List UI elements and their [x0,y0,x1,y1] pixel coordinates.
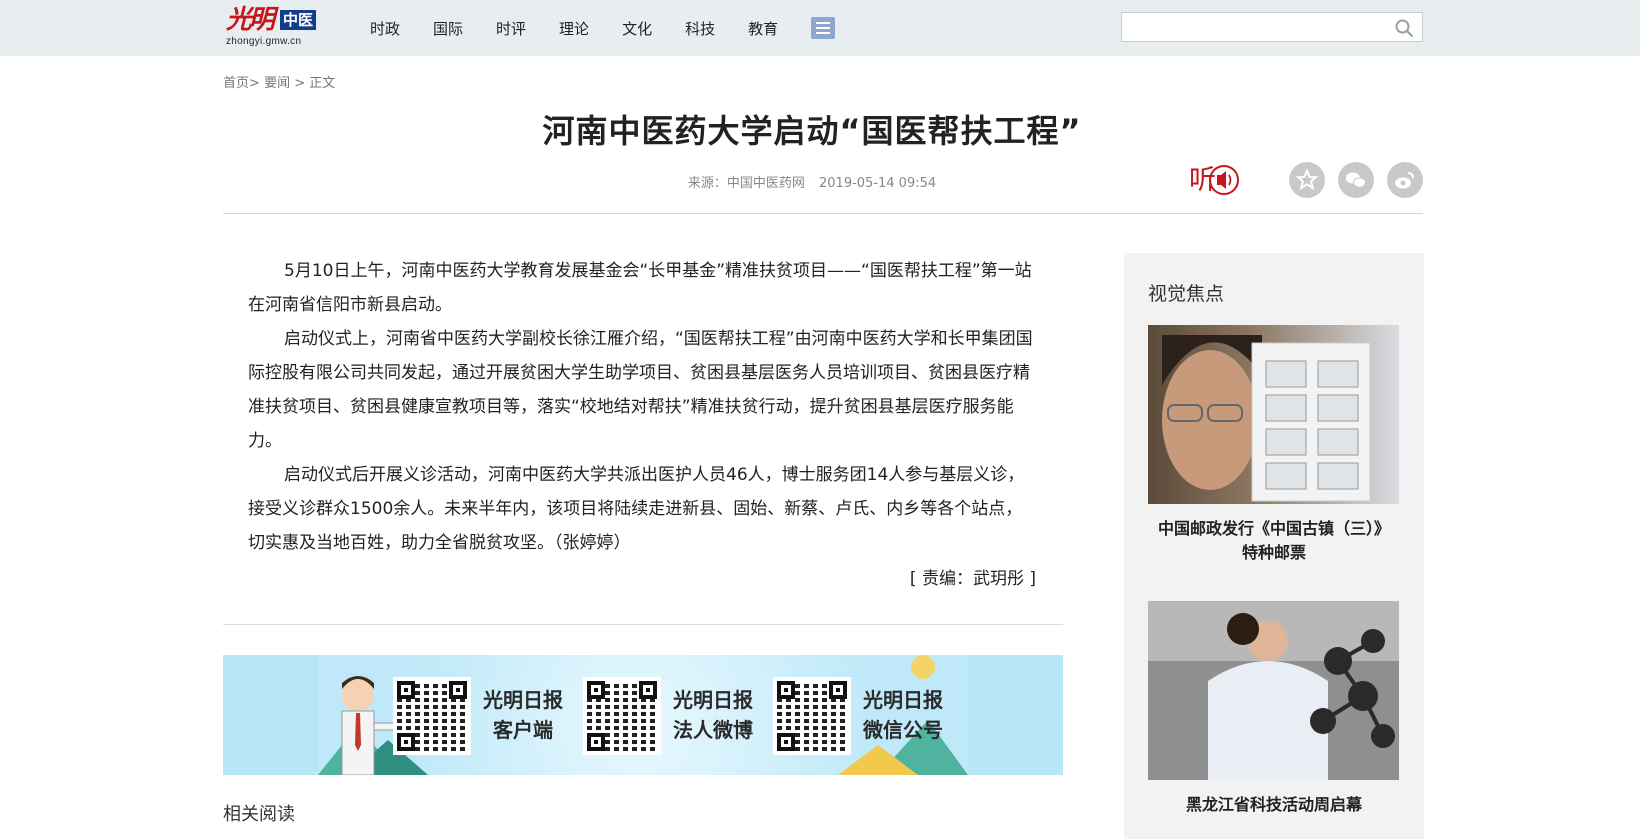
qr-code-weibo [583,677,661,755]
nav-item-culture[interactable]: 文化 [622,18,652,39]
weibo-icon [1395,172,1414,189]
article-paragraph: 5月10日上午，河南中医药大学教育发展基金会“长甲基金”精准扶贫项目——“国医帮… [248,261,1032,315]
sidebar-title: 视觉焦点 [1148,283,1225,305]
logo-badge: 中医 [280,10,317,30]
favorite-icon [1295,168,1319,191]
listen-icon: 听 [1189,165,1239,196]
article-source: 来源：中国中医药网 [687,176,805,191]
article-meta: 来源：中国中医药网 2019-05-14 09:54 [0,172,1624,191]
article-datetime: 2019-05-14 09:54 [819,176,937,191]
nav-item-tech[interactable]: 科技 [685,18,715,39]
article-title: 河南中医药大学启动“国医帮扶工程” [542,112,1082,150]
main-nav: 时政 国际 时评 理论 文化 科技 教育 [370,0,836,56]
article-paragraph: 启动仪式后开展义诊活动，河南中医药大学共派出医护人员46人，博士服务团14人参与… [248,465,1025,553]
breadcrumb-home[interactable]: 首页 [223,76,249,91]
focus-image-stamps[interactable] [1148,325,1399,504]
menu-icon[interactable] [811,17,836,39]
article-editor: [ 责编：武玥彤 ] [909,569,1036,589]
qr-code-wechat [773,677,851,755]
search-input[interactable] [1122,13,1388,41]
breadcrumb-current: 正文 [309,76,336,91]
nav-item-politics[interactable]: 时政 [370,18,400,39]
breadcrumb: 首页> 要闻 > 正文 [223,72,335,91]
focus-caption-science-week[interactable]: 黑龙江省科技活动周启幕 [1134,793,1414,817]
wechat-icon [1346,172,1366,188]
focus-caption-stamps[interactable]: 中国邮政发行《中国古镇（三）》 特种邮票 [1134,517,1414,565]
related-reading-title: 相关阅读 [223,804,295,825]
article-paragraph: 启动仪式上，河南省中医药大学副校长徐江雁介绍，“国医帮扶工程”由河南中医药大学和… [248,329,1033,451]
site-logo[interactable]: 光明 中医 zhongyi.gmw.cn [226,6,322,48]
nav-item-commentary[interactable]: 时评 [496,18,526,39]
nav-item-international[interactable]: 国际 [433,18,463,39]
content-divider [223,624,1063,625]
breadcrumb-section[interactable]: 要闻 [264,76,290,91]
favorite-button[interactable] [1289,162,1325,198]
app-promo-banner[interactable]: 光明日报 客户端 光明日报 法人微博 光明日报 微信公号 [223,655,1063,775]
article-body: 5月10日上午，河南中医药大学教育发展基金会“长甲基金”精准扶贫项目——“国医帮… [248,254,1036,560]
qr-label-weibo: 光明日报 法人微博 [673,688,753,742]
qr-code-app [393,677,471,755]
listen-label: 听 [1189,165,1216,196]
sidebar-visual-focus: 视觉焦点 中国邮政发行《中国古镇（三）》 特种邮票 黑龙江省科技活动周启幕 [1124,253,1424,839]
listen-button[interactable]: 听 [1189,160,1245,200]
focus-image-science-week[interactable] [1148,601,1399,780]
header-divider [223,213,1423,214]
qr-label-wechat: 光明日报 微信公号 [863,688,943,742]
weibo-share-button[interactable] [1387,162,1423,198]
search-box [1121,12,1423,42]
breadcrumb-separator: > [249,76,260,91]
logo-url: zhongyi.gmw.cn [226,36,302,47]
nav-item-theory[interactable]: 理论 [559,18,589,39]
logo-mark: 光明 [226,5,275,35]
search-icon[interactable] [1394,18,1414,38]
nav-item-education[interactable]: 教育 [748,18,778,39]
banner-background: 光明日报 客户端 光明日报 法人微博 光明日报 微信公号 [318,655,968,775]
breadcrumb-separator: > [294,76,306,91]
top-bar: 光明 中医 zhongyi.gmw.cn 时政 国际 时评 理论 文化 科技 教… [0,0,1640,56]
qr-label-app: 光明日报 客户端 [483,688,563,742]
wechat-share-button[interactable] [1338,162,1374,198]
